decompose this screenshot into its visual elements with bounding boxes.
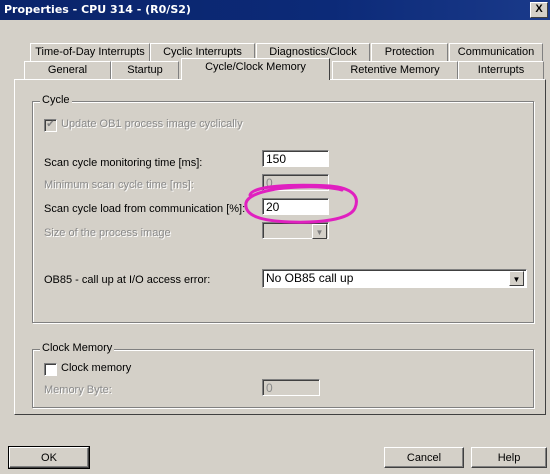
cancel-button[interactable]: Cancel xyxy=(384,447,464,468)
min-scan-input: 0 xyxy=(262,174,329,191)
update-ob1-label: Update OB1 process image cyclically xyxy=(61,118,243,130)
help-button[interactable]: Help xyxy=(471,447,547,468)
load-comm-label: Scan cycle load from communication [%]: xyxy=(44,203,246,215)
min-scan-label: Minimum scan cycle time [ms]: xyxy=(44,179,194,191)
process-image-label: Size of the process image xyxy=(44,227,171,239)
tab-communication[interactable]: Communication xyxy=(449,43,543,61)
close-button[interactable]: X xyxy=(530,2,548,18)
tab-cycle-clock-memory[interactable]: Cycle/Clock Memory xyxy=(181,58,330,80)
tab-time-of-day-interrupts[interactable]: Time-of-Day Interrupts xyxy=(30,43,150,61)
scan-monitor-label: Scan cycle monitoring time [ms]: xyxy=(44,157,203,169)
window-title: Properties - CPU 314 - (R0/S2) xyxy=(4,3,191,16)
tab-general[interactable]: General xyxy=(24,61,111,79)
load-comm-input[interactable]: 20 xyxy=(262,198,329,215)
memory-byte-input: 0 xyxy=(262,379,320,396)
process-image-dropdown-arrow-icon: ▼ xyxy=(312,224,327,239)
clock-memory-label: Clock memory xyxy=(61,362,132,374)
memory-byte-label: Memory Byte: xyxy=(44,384,112,396)
scan-monitor-input[interactable]: 150 xyxy=(262,150,329,167)
ok-button[interactable]: OK xyxy=(8,446,90,469)
tab-retentive-memory[interactable]: Retentive Memory xyxy=(332,61,458,79)
title-bar: Properties - CPU 314 - (R0/S2) X xyxy=(0,0,550,20)
tab-interrupts[interactable]: Interrupts xyxy=(458,61,544,79)
tab-protection[interactable]: Protection xyxy=(371,43,448,61)
tab-startup[interactable]: Startup xyxy=(111,61,179,79)
ob85-dropdown-arrow-icon[interactable]: ▼ xyxy=(509,271,524,286)
ob85-label: OB85 - call up at I/O access error: xyxy=(44,274,211,286)
clock-memory-group-label: Clock Memory xyxy=(40,342,115,354)
cycle-group-label: Cycle xyxy=(40,94,72,106)
ob85-select[interactable]: No OB85 call up xyxy=(262,269,527,288)
clock-memory-checkbox[interactable] xyxy=(44,363,57,376)
update-ob1-checkbox[interactable]: ✔ xyxy=(44,119,57,132)
